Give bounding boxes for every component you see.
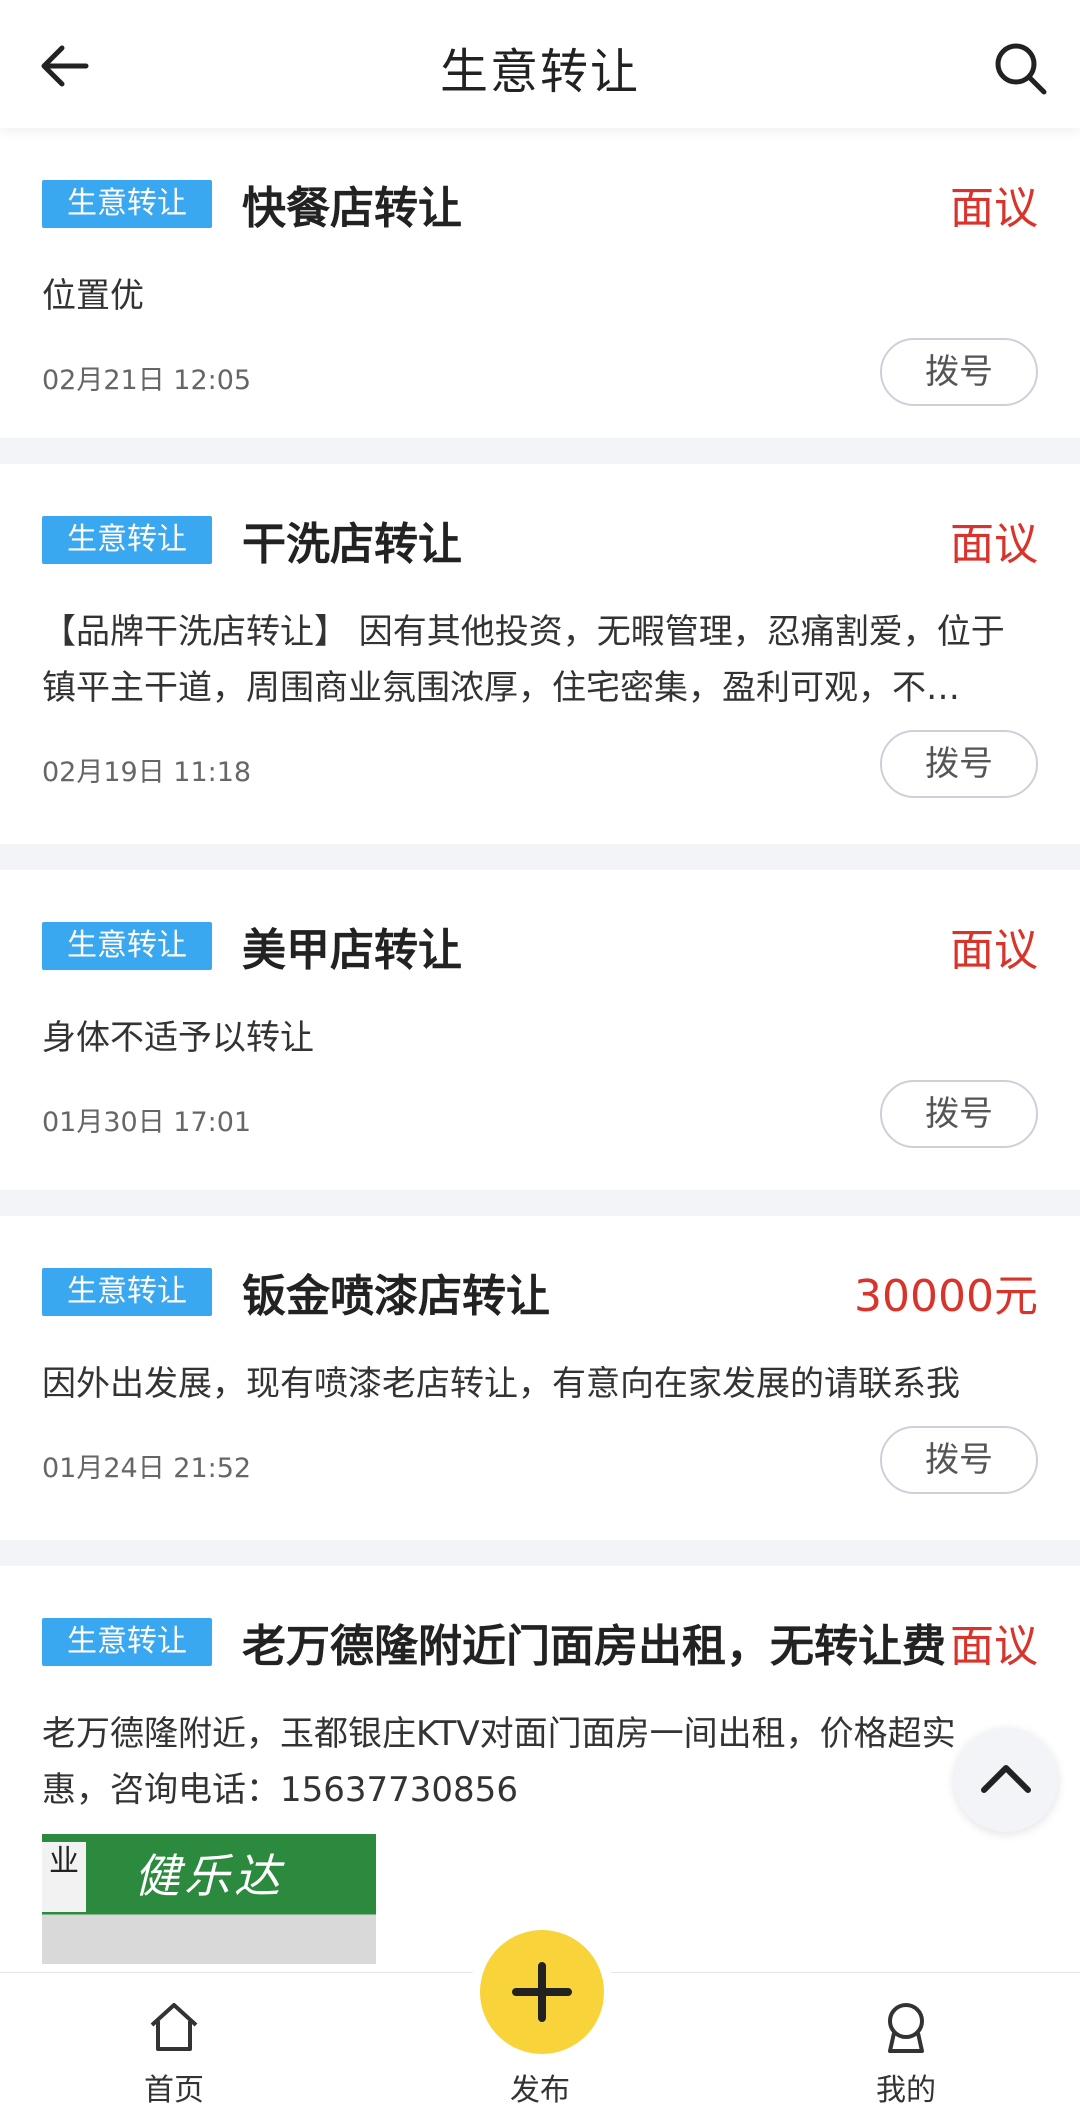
search-icon[interactable] <box>990 38 1050 98</box>
listing-time: 01月30日 17:01 <box>42 1107 252 1138</box>
listing-time: 02月19日 11:18 <box>42 757 252 788</box>
home-icon <box>150 2003 198 2051</box>
listing-card[interactable]: 生意转让 美甲店转让 面议 身体不适予以转让 01月30日 17:01 拨号 <box>0 870 1080 1190</box>
listing-time: 02月21日 12:05 <box>42 365 252 396</box>
listing-description: 因外出发展，现有喷漆老店转让，有意向在家发展的请联系我 <box>42 1364 960 1404</box>
page-title: 生意转让 <box>439 44 640 100</box>
listing-time: 01月24日 21:52 <box>42 1453 252 1484</box>
dial-button[interactable]: 拨号 <box>880 338 1038 406</box>
listing-title[interactable]: 老万德隆附近门面房出租，无转让费 <box>242 1610 946 1674</box>
listing-description: 位置优 <box>42 276 144 316</box>
listing-description: 身体不适予以转让 <box>42 1018 314 1058</box>
user-icon <box>888 2003 924 2053</box>
dial-button[interactable]: 拨号 <box>880 730 1038 798</box>
listing-price: 面议 <box>950 1610 1038 1674</box>
listing-description: 老万德隆附近，玉都银庄KTV对面门面房一间出租，价格超实惠，咨询电话：15637… <box>42 1714 956 1810</box>
dial-button[interactable]: 拨号 <box>880 1080 1038 1148</box>
category-tag: 生意转让 <box>42 180 212 228</box>
listing-list: 生意转让 快餐店转让 面议 位置优 02月21日 12:05 拨号 生意转让 干… <box>0 128 1080 2012</box>
listing-price: 面议 <box>950 172 1038 236</box>
tab-mine[interactable]: 我的 <box>806 1973 1006 2119</box>
category-tag: 生意转让 <box>42 922 212 970</box>
category-tag: 生意转让 <box>42 1268 212 1316</box>
listing-price: 面议 <box>950 914 1038 978</box>
listing-description: 【品牌干洗店转让】 因有其他投资，无暇管理，忍痛割爱，位于镇平主干道，周围商业氛… <box>42 612 1005 708</box>
category-tag: 生意转让 <box>42 1618 212 1666</box>
thumbnail-sign-text: 业 <box>42 1842 86 1912</box>
listing-card[interactable]: 生意转让 干洗店转让 面议 【品牌干洗店转让】 因有其他投资，无暇管理，忍痛割爱… <box>0 464 1080 844</box>
top-navigation-bar: 生意转让 <box>0 0 1080 128</box>
category-tag: 生意转让 <box>42 516 212 564</box>
publish-button[interactable] <box>480 1930 604 2054</box>
listing-title[interactable]: 美甲店转让 <box>242 914 462 978</box>
tab-label: 首页 <box>144 2073 204 2108</box>
listing-card[interactable]: 生意转让 钣金喷漆店转让 30000元 因外出发展，现有喷漆老店转让，有意向在家… <box>0 1216 1080 1540</box>
listing-card[interactable]: 生意转让 老万德隆附近门面房出租，无转让费 面议 老万德隆附近，玉都银庄KTV对… <box>0 1566 1080 1986</box>
listing-title[interactable]: 钣金喷漆店转让 <box>242 1260 550 1324</box>
listing-price: 30000元 <box>854 1260 1038 1324</box>
listing-title[interactable]: 快餐店转让 <box>242 172 462 236</box>
tab-label: 我的 <box>876 2073 936 2108</box>
listing-price: 面议 <box>950 508 1038 572</box>
plus-icon <box>512 1962 572 2022</box>
listing-card[interactable]: 生意转让 快餐店转让 面议 位置优 02月21日 12:05 拨号 <box>0 128 1080 438</box>
thumbnail-sign-text: 健乐达 <box>134 1849 284 1903</box>
listing-thumbnail[interactable]: 业 健乐达 <box>42 1834 376 1964</box>
tab-label: 发布 <box>510 2073 570 2108</box>
listing-title[interactable]: 干洗店转让 <box>242 508 462 572</box>
chevron-up-icon[interactable] <box>954 1728 1058 1832</box>
dial-button[interactable]: 拨号 <box>880 1426 1038 1494</box>
tab-home[interactable]: 首页 <box>74 1973 274 2119</box>
